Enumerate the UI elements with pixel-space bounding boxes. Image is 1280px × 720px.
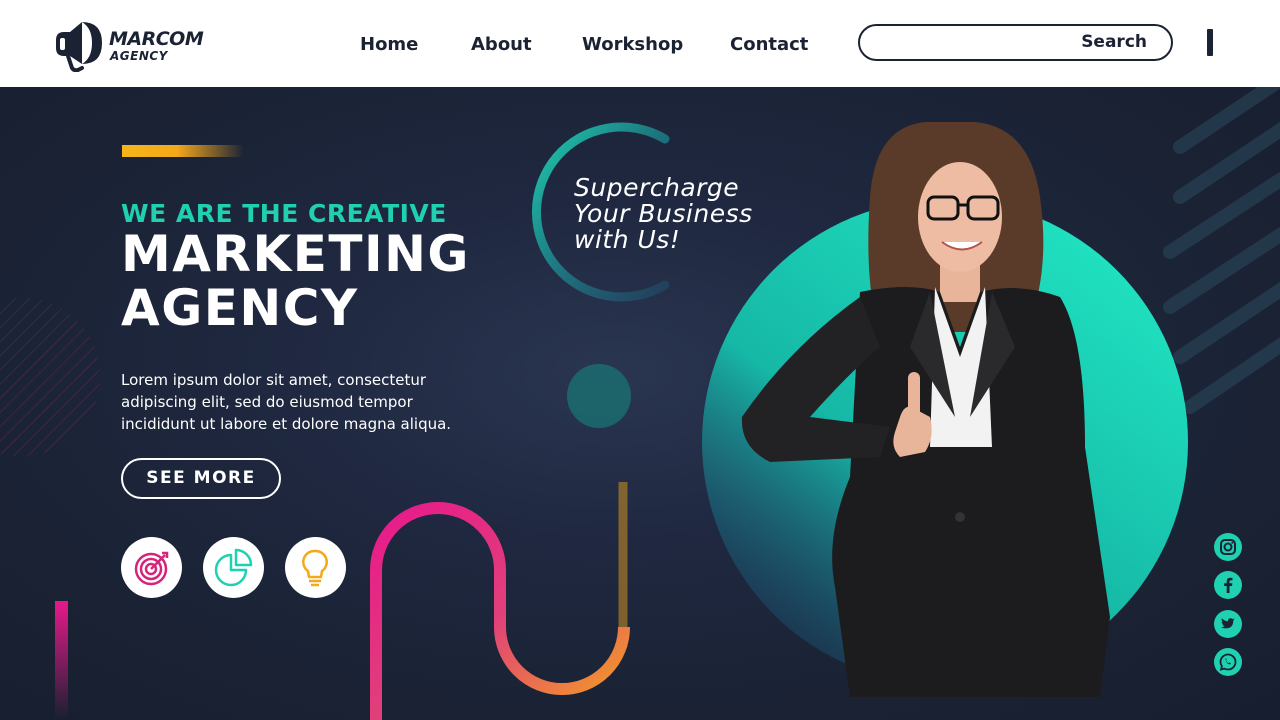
- hero-headline: MARKETING AGENCY: [121, 227, 470, 335]
- feature-analytics[interactable]: [203, 537, 264, 598]
- promo-text: Supercharge Your Business with Us!: [574, 175, 753, 253]
- whatsapp-link[interactable]: [1214, 648, 1242, 676]
- promo-line-3: with Us!: [574, 225, 681, 254]
- facebook-link[interactable]: [1214, 571, 1242, 599]
- instagram-icon: [1220, 539, 1236, 555]
- search-bar: Search: [858, 24, 1173, 61]
- description-line-2: adipiscing elit, sed do eiusmod tempor: [121, 393, 413, 411]
- top-header: MARCOM AGENCY Home About Workshop Contac…: [0, 0, 1280, 87]
- hero-description: Lorem ipsum dolor sit amet, consectetur …: [121, 369, 491, 435]
- target-icon: [134, 551, 169, 586]
- businesswoman-photo: [741, 122, 1110, 697]
- accent-line: [122, 145, 244, 157]
- headline-line-1: MARKETING: [121, 225, 470, 283]
- instagram-link[interactable]: [1214, 533, 1242, 561]
- hero-section: WE ARE THE CREATIVE MARKETING AGENCY Lor…: [0, 87, 1280, 720]
- promo-line-1: Supercharge: [574, 173, 740, 202]
- feature-ideas[interactable]: [285, 537, 346, 598]
- twitter-link[interactable]: [1214, 610, 1242, 638]
- search-input[interactable]: [870, 31, 1070, 55]
- hero-tagline: WE ARE THE CREATIVE: [121, 199, 447, 228]
- whatsapp-icon: [1219, 653, 1237, 671]
- lightbulb-icon: [302, 549, 328, 587]
- facebook-icon: [1224, 577, 1233, 593]
- description-line-3: incididunt ut labore et dolore magna ali…: [121, 415, 452, 433]
- nav-workshop[interactable]: Workshop: [582, 34, 683, 55]
- feature-target[interactable]: [121, 537, 182, 598]
- search-button[interactable]: Search: [1081, 32, 1147, 52]
- megaphone-icon: [56, 22, 102, 72]
- pie-chart-icon: [214, 548, 253, 587]
- promo-line-2: Your Business: [574, 199, 753, 228]
- brand-name: MARCOM: [109, 28, 204, 50]
- headline-line-2: AGENCY: [121, 279, 359, 337]
- nav-contact[interactable]: Contact: [730, 34, 808, 55]
- see-more-button[interactable]: SEE MORE: [121, 458, 281, 499]
- twitter-icon: [1221, 618, 1235, 629]
- menu-icon[interactable]: [1207, 29, 1213, 56]
- brand-subtitle: AGENCY: [110, 49, 168, 63]
- description-line-1: Lorem ipsum dolor sit amet, consectetur: [121, 371, 427, 389]
- nav-home[interactable]: Home: [360, 34, 418, 55]
- brand-logo[interactable]: MARCOM AGENCY: [52, 18, 222, 72]
- nav-about[interactable]: About: [471, 34, 532, 55]
